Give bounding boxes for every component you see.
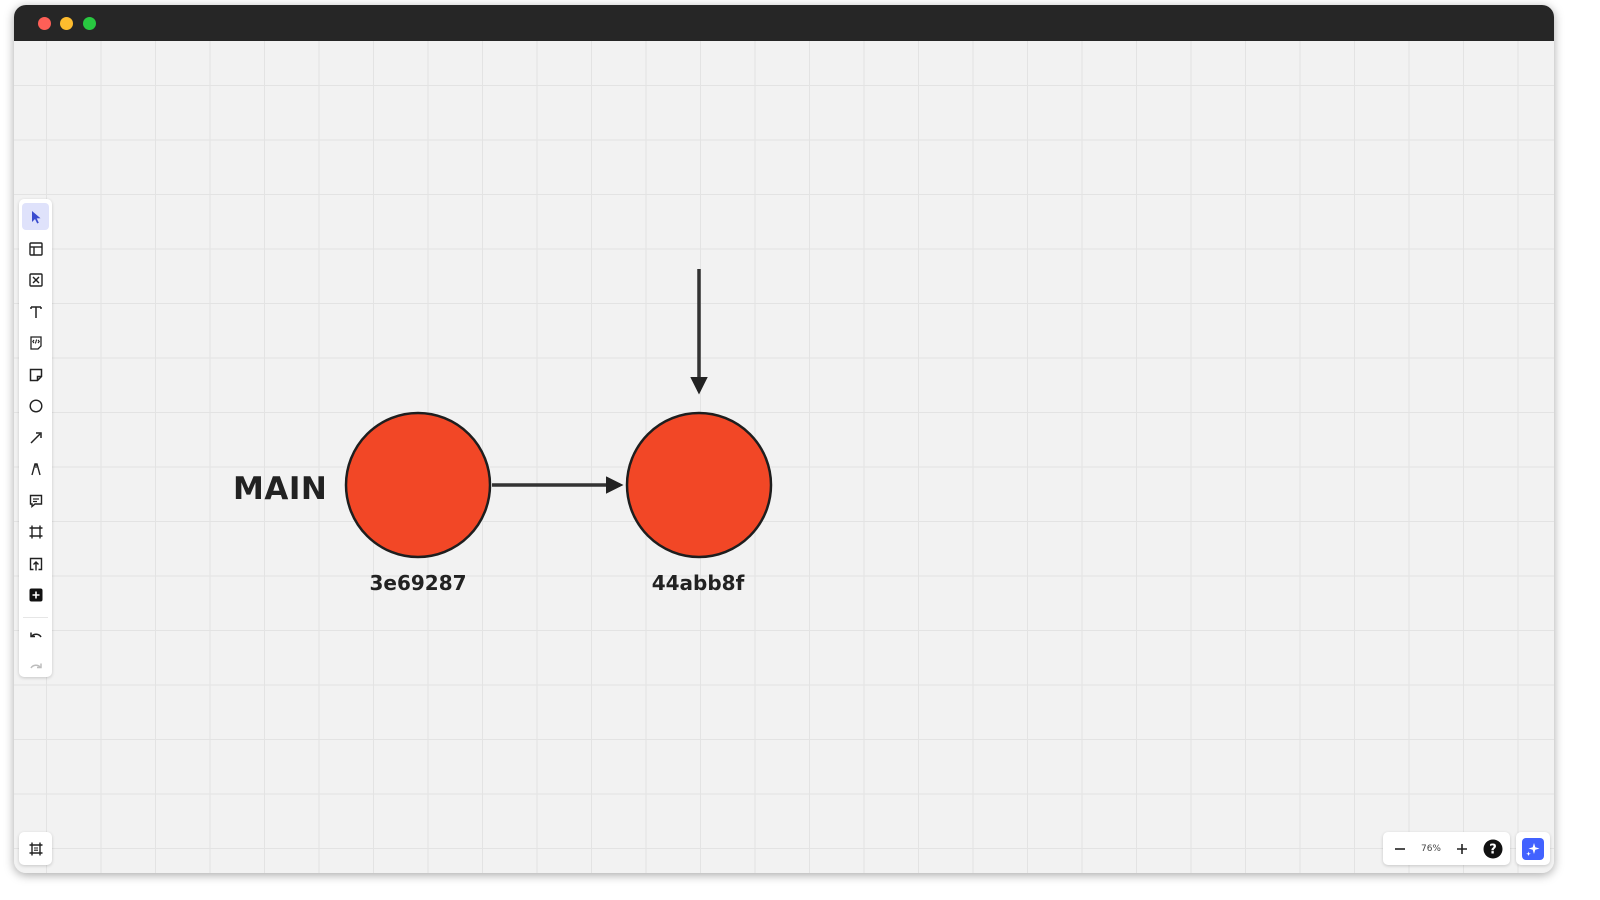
sticky-note-icon xyxy=(29,368,42,381)
sparkle-icon xyxy=(1526,842,1540,856)
app-window: MAIN 3e69287 44abb8f 76% ? xyxy=(14,5,1554,873)
tool-templates[interactable] xyxy=(22,235,49,262)
embed-icon xyxy=(29,335,42,350)
undo-icon xyxy=(29,632,42,637)
diagram-connectors xyxy=(344,269,773,559)
tool-shapes[interactable] xyxy=(22,392,49,419)
undo-button[interactable] xyxy=(22,623,49,650)
zoom-in-button[interactable] xyxy=(1447,832,1477,865)
frames-panel-icon xyxy=(29,842,42,855)
toolbar-divider xyxy=(23,617,48,618)
plus-icon xyxy=(1457,843,1467,854)
branch-label[interactable]: MAIN xyxy=(233,471,327,507)
frames-panel-button[interactable] xyxy=(19,832,52,865)
commit-label[interactable]: 44abb8f xyxy=(618,571,778,595)
comment-icon xyxy=(29,494,42,508)
commit-node-3e69287[interactable] xyxy=(344,411,492,559)
upload-icon xyxy=(29,557,42,570)
tool-comment[interactable] xyxy=(22,487,49,514)
close-window-button[interactable] xyxy=(38,17,51,30)
tool-embed[interactable] xyxy=(22,329,49,356)
tool-more-apps[interactable] xyxy=(22,581,49,608)
tool-connection-line[interactable] xyxy=(22,424,49,451)
tool-frame[interactable] xyxy=(22,518,49,545)
zoom-controls: 76% ? xyxy=(1383,832,1510,865)
circle-icon xyxy=(28,398,43,413)
left-toolbar xyxy=(19,199,52,677)
pen-icon xyxy=(30,462,41,475)
frame-icon xyxy=(29,525,42,538)
redo-icon xyxy=(29,663,42,668)
whiteboard-canvas[interactable]: MAIN 3e69287 44abb8f 76% ? xyxy=(14,41,1554,873)
maximize-window-button[interactable] xyxy=(83,17,96,30)
arrow-line-icon xyxy=(29,431,42,444)
commit-node-44abb8f[interactable] xyxy=(625,411,773,559)
title-bar xyxy=(14,5,1554,41)
image-placeholder-icon xyxy=(28,272,43,287)
cursor-icon xyxy=(31,210,40,223)
tool-text[interactable] xyxy=(22,298,49,325)
minus-icon xyxy=(1395,847,1405,850)
text-icon xyxy=(29,305,42,318)
ai-assist-badge xyxy=(1522,837,1544,860)
ai-assist-button[interactable] xyxy=(1516,832,1550,865)
templates-icon xyxy=(28,241,43,256)
help-icon: ? xyxy=(1483,839,1503,858)
redo-button[interactable] xyxy=(22,654,49,681)
zoom-out-button[interactable] xyxy=(1385,832,1415,865)
tool-image-placeholder[interactable] xyxy=(22,266,49,293)
svg-text:?: ? xyxy=(1489,842,1497,857)
zoom-level[interactable]: 76% xyxy=(1415,832,1447,865)
plus-square-icon xyxy=(29,588,42,601)
minimize-window-button[interactable] xyxy=(60,17,73,30)
tool-sticky-note[interactable] xyxy=(22,361,49,388)
help-button[interactable]: ? xyxy=(1478,832,1508,865)
tool-select[interactable] xyxy=(22,203,49,230)
tool-pen[interactable] xyxy=(22,455,49,482)
tool-upload[interactable] xyxy=(22,550,49,577)
commit-label[interactable]: 3e69287 xyxy=(338,571,498,595)
